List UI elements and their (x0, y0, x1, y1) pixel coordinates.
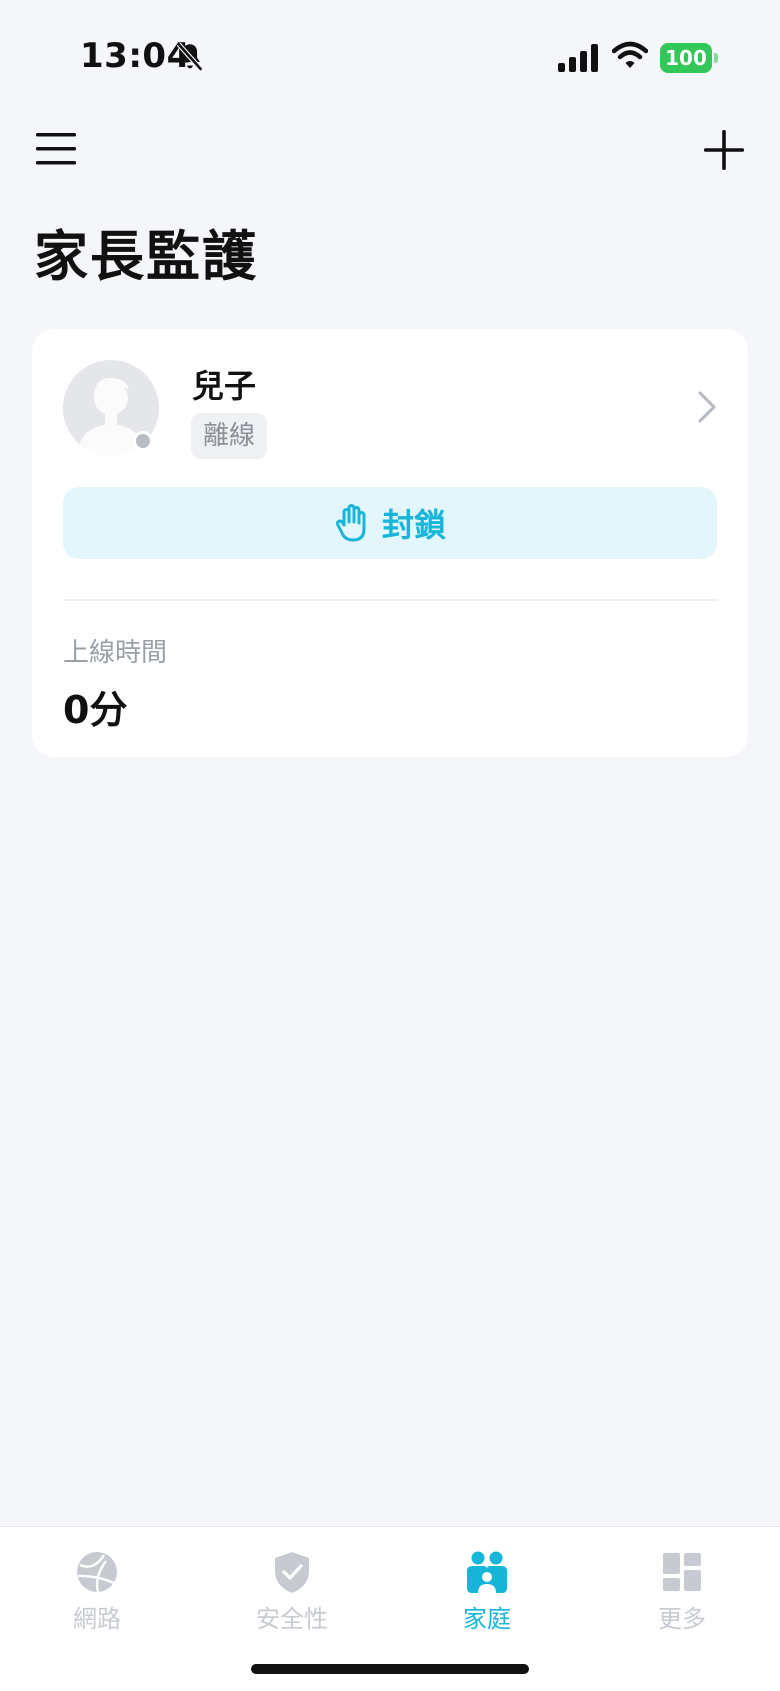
divider (63, 599, 717, 601)
offline-status-dot (133, 431, 153, 451)
battery-tip (714, 53, 718, 63)
shield-check-icon (275, 1552, 309, 1593)
chevron-right-icon[interactable] (692, 389, 720, 425)
tab-network[interactable]: 網路 (27, 1549, 167, 1639)
status-badge: 離線 (191, 413, 268, 459)
hand-icon (336, 504, 366, 542)
battery-level: 100 (660, 43, 712, 73)
home-indicator (251, 1664, 529, 1674)
signal-icon (558, 44, 598, 72)
online-time-label: 上線時間 (63, 638, 168, 668)
hamburger-icon[interactable] (34, 130, 78, 168)
tab-security[interactable]: 安全性 (222, 1549, 362, 1639)
status-bar: 13:04 100 (0, 0, 780, 110)
page-title: 家長監護 (34, 225, 258, 288)
tab-more[interactable]: 更多 (612, 1549, 752, 1639)
profile-card: 兒子 離線 封鎖 上線時間 0分 (32, 329, 748, 757)
grid-icon (663, 1553, 701, 1591)
plus-icon[interactable] (700, 126, 748, 174)
profile-name: 兒子 (192, 367, 257, 405)
block-button[interactable]: 封鎖 (63, 487, 717, 559)
globe-icon (77, 1552, 117, 1593)
parental-control-screen: 13:04 100 家長監護 兒子 離線 封鎖 上線時間 0分 網路 安全性 家… (0, 0, 780, 1691)
wifi-icon (612, 41, 648, 68)
tab-network-label: 網路 (73, 1605, 121, 1633)
tab-security-label: 安全性 (256, 1605, 328, 1633)
block-button-label: 封鎖 (381, 506, 446, 544)
tab-family[interactable]: 家庭 (417, 1549, 557, 1639)
bell-slash-icon (176, 42, 204, 72)
tab-more-label: 更多 (658, 1605, 706, 1633)
tab-family-label: 家庭 (463, 1605, 511, 1633)
online-time-value: 0分 (63, 688, 128, 732)
battery-icon: 100 (660, 43, 718, 73)
family-icon (467, 1551, 507, 1593)
